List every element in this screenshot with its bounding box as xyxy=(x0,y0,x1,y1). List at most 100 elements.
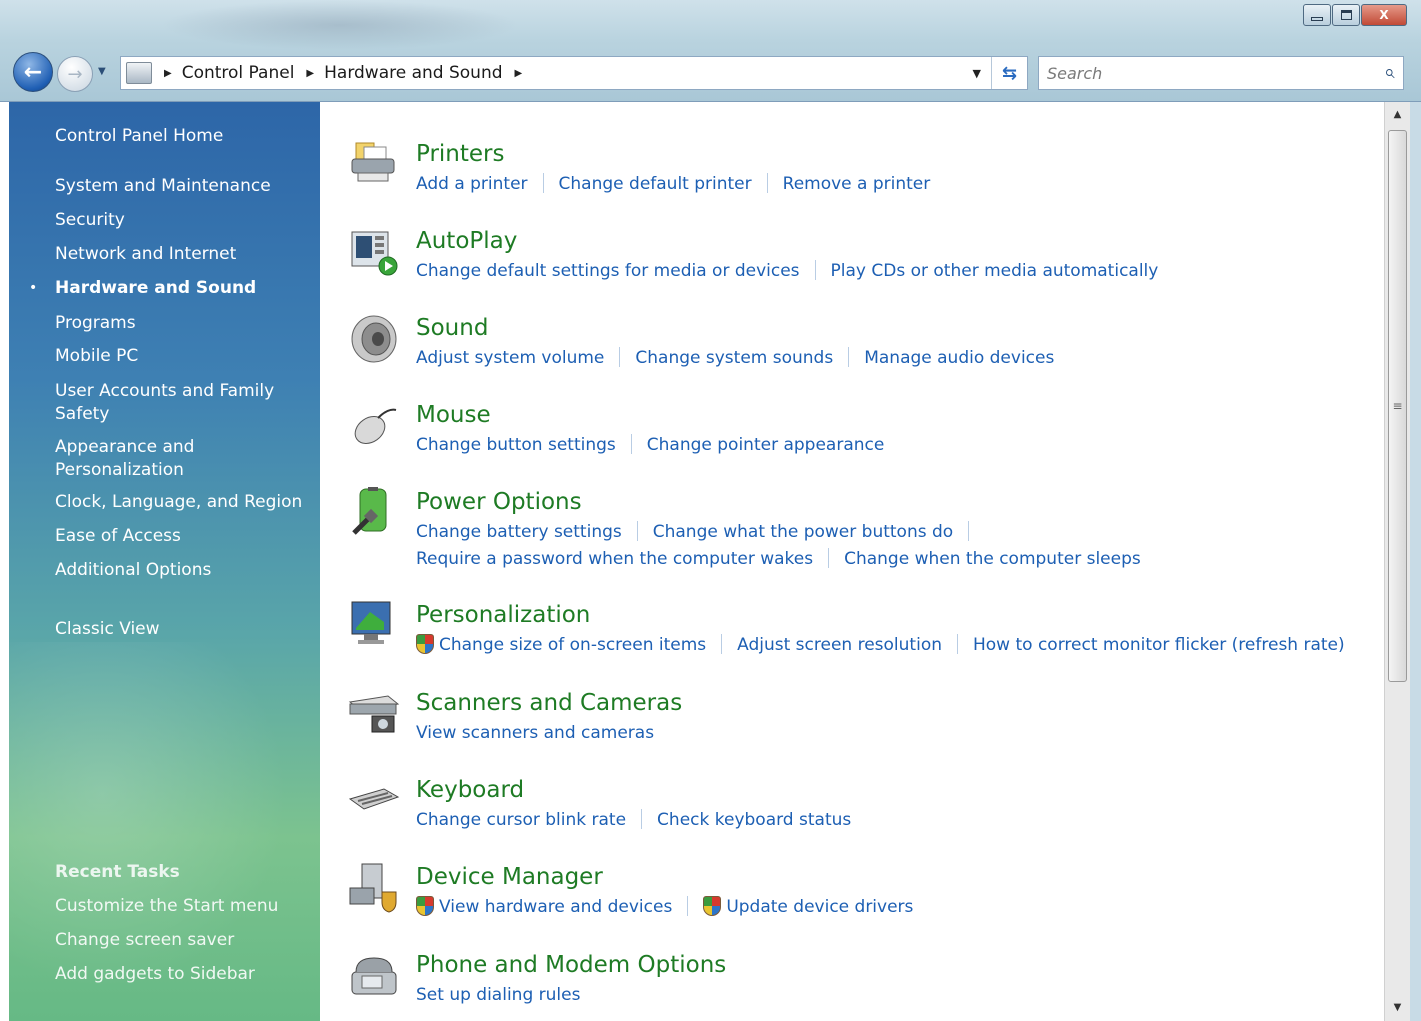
task-link[interactable]: Change what the power buttons do xyxy=(653,519,953,545)
task-link[interactable]: Remove a printer xyxy=(783,171,931,197)
link-divider xyxy=(636,521,638,541)
task-link[interactable]: Play CDs or other media automatically xyxy=(831,258,1159,284)
uac-shield-icon xyxy=(416,634,434,654)
sidebar-item-network-and-internet[interactable]: Network and Internet xyxy=(55,243,305,266)
category-links: Adjust system volume Change system sounds… xyxy=(416,345,1054,371)
category-links: Add a printer Change default printer Remov… xyxy=(416,171,930,197)
sidebar-item-clock-language-region[interactable]: Clock, Language, and Region xyxy=(55,491,305,514)
sidebar-item-system-and-maintenance[interactable]: System and Maintenance xyxy=(55,175,305,198)
task-link[interactable]: How to correct monitor flicker (refresh … xyxy=(973,632,1345,658)
sidebar-item-hardware-and-sound[interactable]: Hardware and Sound xyxy=(55,277,305,300)
scroll-up-icon[interactable]: ▲ xyxy=(1385,104,1410,126)
task-link[interactable]: Set up dialing rules xyxy=(416,982,580,1008)
task-link[interactable]: Adjust screen resolution xyxy=(737,632,942,658)
task-link[interactable]: Change pointer appearance xyxy=(647,432,885,458)
task-link[interactable]: Update device drivers xyxy=(726,894,913,920)
close-button[interactable]: X xyxy=(1361,4,1407,26)
recent-task-link[interactable]: Customize the Start menu xyxy=(55,896,278,916)
task-link[interactable]: Change battery settings xyxy=(416,519,622,545)
category-title[interactable]: Phone and Modem Options xyxy=(416,950,726,980)
scroll-down-icon[interactable]: ▼ xyxy=(1385,997,1410,1019)
address-bar[interactable]: ▶ Control Panel ▶ Hardware and Sound ▶ ▼… xyxy=(120,56,1028,90)
recent-task-link[interactable]: Add gadgets to Sidebar xyxy=(55,964,255,984)
recent-tasks-heading: Recent Tasks xyxy=(55,862,180,882)
task-link[interactable]: Manage audio devices xyxy=(864,345,1054,371)
task-link[interactable]: Change cursor blink rate xyxy=(416,807,626,833)
link-divider xyxy=(848,347,850,367)
keyboard-icon xyxy=(348,788,400,810)
task-link[interactable]: View scanners and cameras xyxy=(416,720,654,746)
link-divider xyxy=(968,521,970,541)
task-link[interactable]: Check keyboard status xyxy=(657,807,851,833)
task-link[interactable]: Change default printer xyxy=(559,171,752,197)
task-link[interactable]: Require a password when the computer wak… xyxy=(416,546,813,572)
task-link[interactable]: Change default settings for media or dev… xyxy=(416,258,800,284)
vertical-scrollbar[interactable]: ▲ ≡ ▼ xyxy=(1384,102,1410,1021)
category-links: Change button settings Change pointer app… xyxy=(416,432,884,458)
maximize-icon xyxy=(1340,10,1352,20)
address-dropdown-icon[interactable]: ▼ xyxy=(973,67,981,80)
category-title[interactable]: Scanners and Cameras xyxy=(416,688,682,718)
task-link[interactable]: Change size of on-screen items xyxy=(439,632,706,658)
category-title[interactable]: Printers xyxy=(416,139,505,169)
breadcrumb-control-panel[interactable]: Control Panel xyxy=(182,63,295,83)
link-divider xyxy=(687,896,689,916)
link-divider xyxy=(630,434,632,454)
refresh-icon: ⇆ xyxy=(1001,62,1018,84)
scanner-icon xyxy=(348,695,400,733)
grip-icon: ≡ xyxy=(1392,399,1403,413)
device-manager-icon xyxy=(349,863,397,913)
sidebar-item-programs[interactable]: Programs xyxy=(55,312,305,335)
category-links: Change cursor blink rate Check keyboard s… xyxy=(416,807,851,833)
sidebar-control-panel-home[interactable]: Control Panel Home xyxy=(55,125,305,148)
search-icon[interactable]: ⌕ xyxy=(1384,61,1395,83)
link-divider xyxy=(721,634,723,654)
category-title[interactable]: Power Options xyxy=(416,487,582,517)
search-box: ⌕ xyxy=(1038,56,1404,90)
recent-pages-dropdown[interactable]: ▼ xyxy=(98,66,106,77)
back-button[interactable]: ← xyxy=(13,52,53,92)
breadcrumb-separator-icon[interactable]: ▶ xyxy=(164,68,172,79)
category-title[interactable]: Device Manager xyxy=(416,862,603,892)
scrollbar-thumb[interactable]: ≡ xyxy=(1388,130,1407,682)
sidebar-item-security[interactable]: Security xyxy=(55,209,305,232)
link-divider xyxy=(766,173,768,193)
mouse-icon xyxy=(354,408,397,444)
breadcrumb-separator-icon[interactable]: ▶ xyxy=(306,68,314,79)
sidebar-item-appearance[interactable]: Appearance and Personalization xyxy=(55,436,305,482)
task-link[interactable]: Add a printer xyxy=(416,171,528,197)
refresh-button[interactable]: ⇆ xyxy=(991,57,1027,89)
sidebar-classic-view[interactable]: Classic View xyxy=(55,618,305,641)
task-link[interactable]: Change system sounds xyxy=(635,345,833,371)
printer-icon xyxy=(351,142,395,182)
category-title[interactable]: Sound xyxy=(416,313,488,343)
category-title[interactable]: Mouse xyxy=(416,400,491,430)
uac-shield-icon xyxy=(703,896,722,916)
link-divider xyxy=(814,260,816,280)
link-divider xyxy=(828,548,830,568)
sidebar-item-user-accounts[interactable]: User Accounts and Family Safety xyxy=(55,380,305,426)
task-link[interactable]: Adjust system volume xyxy=(416,345,604,371)
category-title[interactable]: AutoPlay xyxy=(416,226,517,256)
recent-task-link[interactable]: Change screen saver xyxy=(55,930,234,950)
forward-button[interactable]: → xyxy=(57,56,93,92)
sidebar-item-ease-of-access[interactable]: Ease of Access xyxy=(55,525,305,548)
active-bullet-icon: • xyxy=(29,280,38,296)
breadcrumb-separator-icon[interactable]: ▶ xyxy=(515,68,523,79)
sidebar-item-mobile-pc[interactable]: Mobile PC xyxy=(55,345,305,368)
category-links: Change default settings for media or dev… xyxy=(416,258,1158,284)
search-input[interactable] xyxy=(1039,57,1359,89)
category-title[interactable]: Keyboard xyxy=(416,775,524,805)
minimize-button[interactable] xyxy=(1303,4,1331,26)
task-link[interactable]: View hardware and devices xyxy=(439,894,672,920)
category-links: Change battery settings Change what the p… xyxy=(416,519,984,545)
category-title[interactable]: Personalization xyxy=(416,600,590,630)
link-divider xyxy=(641,809,643,829)
breadcrumb-hardware-and-sound[interactable]: Hardware and Sound xyxy=(324,63,502,83)
maximize-button[interactable] xyxy=(1332,4,1360,26)
task-link[interactable]: Change when the computer sleeps xyxy=(844,546,1141,572)
category-links: Set up dialing rules xyxy=(416,982,580,1008)
minimize-icon xyxy=(1311,17,1323,21)
sidebar-item-additional-options[interactable]: Additional Options xyxy=(55,559,305,582)
task-link[interactable]: Change button settings xyxy=(416,432,616,458)
